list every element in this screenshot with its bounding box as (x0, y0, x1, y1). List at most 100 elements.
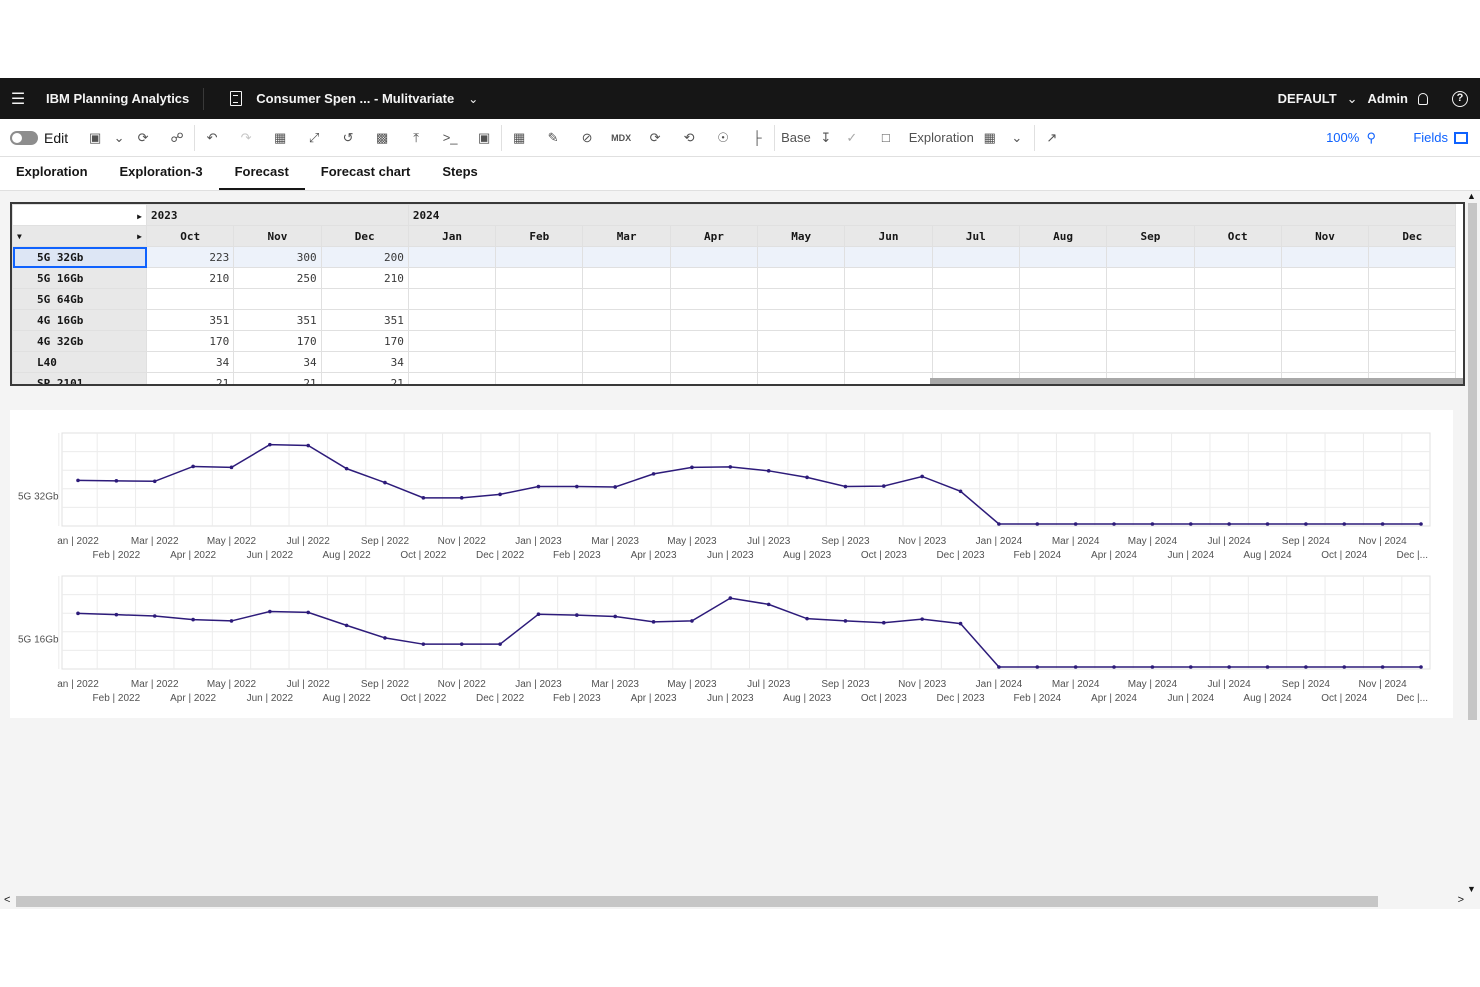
spread-icon[interactable]: ▦ (263, 130, 297, 146)
tab-forecast[interactable]: Forecast (218, 164, 305, 190)
data-cell[interactable] (1018, 267, 1108, 289)
table-icon[interactable]: ▦ (980, 130, 1000, 146)
document-title[interactable]: Consumer Spen ... - Mulitvariate (256, 91, 454, 106)
reset-icon[interactable]: ↺ (331, 130, 365, 146)
year-header[interactable]: 2024 (407, 204, 1457, 226)
data-cell[interactable]: 170 (145, 330, 235, 352)
tab-forecast-chart[interactable]: Forecast chart (305, 164, 427, 190)
data-cell[interactable] (1018, 309, 1108, 331)
data-cell[interactable] (1193, 330, 1282, 352)
app-name[interactable]: IBM Planning Analytics (36, 87, 205, 110)
hierarchy-icon[interactable]: ├ (740, 130, 774, 145)
data-cell[interactable] (1106, 288, 1195, 310)
month-header[interactable]: Jan (407, 225, 497, 247)
data-cell[interactable] (1018, 351, 1108, 373)
data-cell[interactable] (1280, 246, 1370, 268)
data-cell[interactable] (669, 267, 759, 289)
scroll-right-icon[interactable]: > (1458, 894, 1464, 906)
data-cell[interactable] (582, 267, 671, 289)
data-cell[interactable] (1368, 288, 1457, 310)
data-cell[interactable] (669, 288, 759, 310)
month-header[interactable]: Dec (320, 225, 409, 247)
data-cell[interactable]: 351 (320, 309, 409, 331)
data-cell[interactable] (1280, 351, 1370, 373)
vertical-scroll-thumb[interactable] (1468, 203, 1477, 720)
chevron-down-icon[interactable]: ⌄ (112, 130, 126, 146)
data-cell[interactable] (931, 330, 1020, 352)
environment-selector[interactable]: DEFAULT (1278, 91, 1337, 106)
data-cell[interactable] (844, 351, 933, 373)
data-cell[interactable] (582, 246, 671, 268)
view-selector[interactable]: Exploration (903, 130, 980, 145)
data-cell[interactable] (1368, 309, 1457, 331)
row-header[interactable]: 5G 64Gb (12, 288, 147, 310)
data-cell[interactable] (1193, 309, 1282, 331)
data-cell[interactable] (1368, 267, 1457, 289)
data-cell[interactable] (844, 246, 933, 268)
data-cell[interactable] (931, 351, 1020, 373)
data-cell[interactable] (1106, 309, 1195, 331)
tab-exploration[interactable]: Exploration (0, 164, 104, 190)
user-icon[interactable] (1418, 92, 1428, 105)
data-cell[interactable] (407, 372, 497, 384)
user-menu[interactable]: Admin (1368, 91, 1408, 106)
data-cell[interactable]: 223 (145, 246, 235, 268)
data-cell[interactable] (669, 309, 759, 331)
horizontal-scroll-thumb[interactable] (16, 896, 1378, 907)
data-cell[interactable]: 200 (320, 246, 409, 268)
chevron-down-icon[interactable]: ⌄ (1347, 91, 1358, 107)
refresh-icon[interactable]: ⟳ (126, 130, 160, 146)
thermometer-icon[interactable]: ↧ (817, 130, 835, 146)
row-header[interactable]: 4G 32Gb (12, 330, 147, 352)
data-cell[interactable] (407, 351, 497, 373)
row-header[interactable]: 4G 16Gb (12, 309, 147, 331)
data-cell[interactable] (757, 267, 846, 289)
data-cell[interactable] (1106, 351, 1195, 373)
calculate-icon[interactable]: ▦ (502, 130, 536, 146)
data-cell[interactable] (844, 330, 933, 352)
data-cell[interactable] (669, 372, 759, 384)
sync-icon[interactable]: ⟳ (638, 130, 672, 146)
month-header[interactable]: Mar (582, 225, 671, 247)
base-selector[interactable]: Base (775, 130, 817, 145)
row-header[interactable]: 5G 16Gb (12, 267, 147, 289)
data-cell[interactable] (407, 246, 497, 268)
data-cell[interactable] (582, 351, 671, 373)
month-header[interactable]: Oct (1193, 225, 1282, 247)
data-cell[interactable] (1280, 330, 1370, 352)
data-cell[interactable] (1368, 246, 1457, 268)
data-cell[interactable] (407, 288, 497, 310)
zoom-icon[interactable]: ⚲ (1359, 130, 1383, 146)
sandbox-icon[interactable]: ▩ (365, 130, 399, 146)
row-header[interactable]: 5G 32Gb (12, 246, 147, 268)
month-header[interactable]: Jun (844, 225, 933, 247)
data-cell[interactable] (669, 246, 759, 268)
month-header[interactable]: Dec (1368, 225, 1457, 247)
year-header[interactable]: 2023 (146, 204, 409, 226)
month-header[interactable]: Aug (1018, 225, 1108, 247)
data-cell[interactable] (495, 372, 584, 384)
data-cell[interactable] (582, 330, 671, 352)
month-header[interactable]: Jul (931, 225, 1020, 247)
vertical-scrollbar[interactable]: ▲ ▼ (1465, 191, 1480, 894)
save-view-icon[interactable]: ▣ (467, 130, 501, 146)
zoom-level[interactable]: 100% (1326, 130, 1359, 145)
data-cell[interactable] (1018, 288, 1108, 310)
month-header[interactable]: Nov (233, 225, 322, 247)
data-cell[interactable] (844, 267, 933, 289)
data-cell[interactable] (495, 288, 584, 310)
data-cell[interactable] (495, 267, 584, 289)
scroll-up-icon[interactable]: ▲ (1467, 191, 1476, 201)
data-cell[interactable] (145, 288, 235, 310)
data-cell[interactable] (757, 372, 846, 384)
data-cell[interactable] (495, 330, 584, 352)
mdx-icon[interactable]: MDX (604, 133, 638, 143)
data-cell[interactable] (757, 309, 846, 331)
data-cell[interactable] (757, 246, 846, 268)
data-cell[interactable]: 34 (320, 351, 409, 373)
data-cell[interactable]: 210 (320, 267, 409, 289)
data-cell[interactable] (1106, 330, 1195, 352)
chevron-down-icon[interactable]: ⌄ (468, 92, 478, 106)
undo-icon[interactable]: ↶ (195, 130, 229, 146)
data-cell[interactable] (233, 288, 322, 310)
